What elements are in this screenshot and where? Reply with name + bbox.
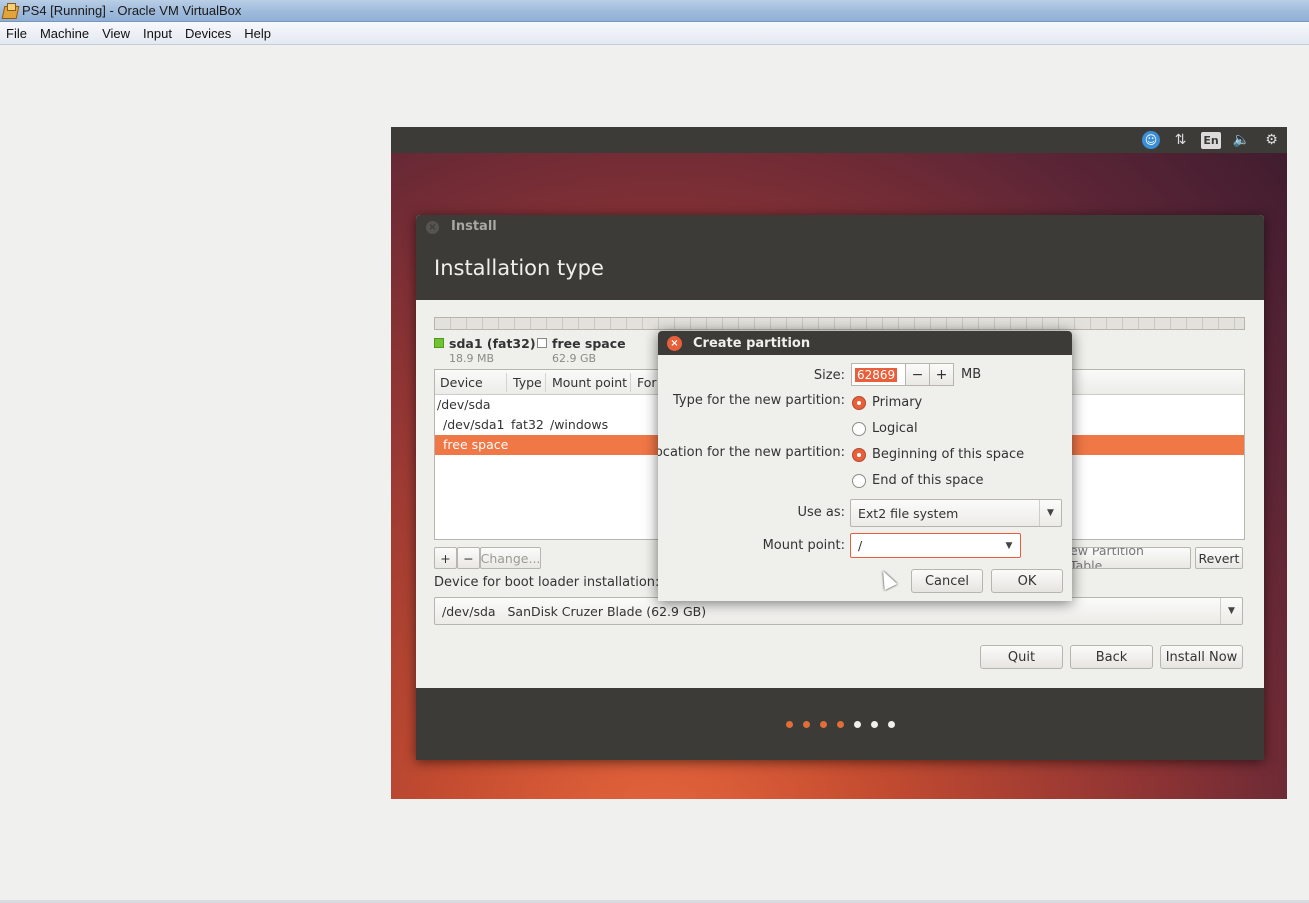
column-mount-point[interactable]: Mount point [552, 375, 627, 390]
progress-dot [853, 720, 861, 728]
radio-dot [852, 395, 866, 410]
progress-dot [819, 720, 827, 728]
radio-beginning-label: Beginning of this space [872, 447, 1025, 462]
radio-dot [852, 421, 866, 436]
progress-dot [870, 720, 878, 728]
host-titlebar: PS4 [Running] - Oracle VM VirtualBox [0, 0, 1309, 22]
legend-size: 62.9 GB [552, 352, 597, 365]
page-title: Installation type [434, 256, 604, 280]
row-device: free space [443, 437, 509, 452]
volume-icon[interactable]: 🔈 [1232, 131, 1251, 150]
menu-help[interactable]: Help [238, 26, 277, 41]
type-label: Type for the new partition: [672, 393, 845, 408]
change-partition-button[interactable]: Change... [480, 547, 541, 569]
host-menubar: File Machine View Input Devices Help [0, 22, 1309, 45]
row-mount: /windows [550, 417, 609, 432]
legend-swatch [434, 338, 444, 348]
size-stepper[interactable]: 62869 − + [851, 363, 954, 386]
location-label: Location for the new partition: [658, 445, 845, 460]
remove-partition-button[interactable]: − [457, 547, 480, 569]
network-updown-icon[interactable]: ⇅ [1171, 131, 1190, 150]
legend-size: 18.9 MB [449, 352, 495, 365]
legend-name: sda1 (fat32) [449, 336, 536, 351]
size-value: 62869 [855, 367, 898, 382]
chevron-down-icon: ▼ [1039, 500, 1061, 526]
chevron-down-icon[interactable]: ▼ [998, 534, 1020, 557]
size-unit: MB [961, 367, 982, 382]
legend-free-space: free space 62.9 GB [537, 336, 626, 365]
mount-point-combo[interactable]: / ▼ [850, 533, 1021, 558]
use-as-label: Use as: [797, 505, 845, 520]
ok-button[interactable]: OK [991, 569, 1063, 593]
legend-swatch [537, 338, 547, 348]
mount-point-label: Mount point: [762, 538, 845, 553]
chevron-down-icon: ▼ [1220, 598, 1242, 624]
menu-devices[interactable]: Devices [179, 26, 237, 41]
progress-dot [836, 720, 844, 728]
dialog-title: Create partition [693, 335, 811, 351]
progress-dot [802, 720, 810, 728]
installer-header: × Install Installation type [416, 215, 1264, 300]
column-type[interactable]: Type [513, 375, 542, 390]
install-now-button[interactable]: Install Now [1160, 645, 1243, 669]
cancel-button[interactable]: Cancel [911, 569, 983, 593]
radio-beginning[interactable]: Beginning of this space [852, 447, 1024, 462]
accessibility-icon[interactable]: ☺ [1142, 131, 1160, 149]
gear-icon[interactable]: ⚙ [1262, 131, 1281, 150]
keyboard-layout-indicator[interactable]: En [1201, 131, 1221, 149]
boot-loader-value: /dev/sda SanDisk Cruzer Blade (62.9 GB) [442, 603, 707, 619]
radio-end-label: End of this space [872, 473, 984, 488]
mount-point-value[interactable]: / [851, 538, 998, 553]
progress-footer [416, 688, 1264, 760]
boot-loader-select[interactable]: /dev/sda SanDisk Cruzer Blade (62.9 GB) … [434, 597, 1243, 625]
row-type: fat32 [511, 417, 544, 432]
legend-name: free space [552, 336, 626, 351]
dialog-titlebar: × Create partition [658, 331, 1072, 355]
row-device: /dev/sda [437, 397, 491, 412]
progress-dot [887, 720, 895, 728]
radio-dot [852, 473, 866, 488]
decrement-button[interactable]: − [906, 363, 930, 386]
menu-input[interactable]: Input [137, 26, 178, 41]
back-button[interactable]: Back [1070, 645, 1153, 669]
create-partition-dialog: × Create partition Size: 62869 − + MB Ty… [658, 331, 1072, 601]
row-device: /dev/sda1 [443, 417, 505, 432]
quit-button[interactable]: Quit [980, 645, 1063, 669]
legend-sda1: sda1 (fat32) 18.9 MB [434, 336, 536, 365]
host-window-title: PS4 [Running] - Oracle VM VirtualBox [22, 3, 242, 18]
column-format[interactable]: For [637, 375, 657, 390]
radio-end[interactable]: End of this space [852, 473, 984, 488]
vm-screen[interactable]: ☺ ⇅ En 🔈 ⚙ × Install Installation type s… [391, 127, 1287, 799]
revert-button[interactable]: Revert [1195, 547, 1243, 569]
radio-logical-label: Logical [872, 421, 918, 436]
installer-window-title: Install [451, 219, 497, 234]
radio-dot [852, 447, 866, 462]
radio-primary[interactable]: Primary [852, 395, 922, 410]
radio-logical[interactable]: Logical [852, 421, 918, 436]
partition-bar [434, 317, 1245, 330]
close-icon[interactable]: × [667, 335, 682, 351]
menu-view[interactable]: View [96, 26, 136, 41]
virtualbox-app-icon [2, 2, 18, 19]
menu-machine[interactable]: Machine [34, 26, 95, 41]
add-partition-button[interactable]: + [434, 547, 457, 569]
use-as-select[interactable]: Ext2 file system ▼ [850, 499, 1062, 527]
menu-file[interactable]: File [0, 26, 33, 41]
size-input[interactable]: 62869 [851, 363, 906, 386]
progress-dot [785, 720, 793, 728]
use-as-value: Ext2 file system [858, 505, 959, 521]
radio-primary-label: Primary [872, 395, 923, 410]
boot-loader-label: Device for boot loader installation: [434, 575, 660, 590]
column-device[interactable]: Device [440, 375, 483, 390]
new-partition-table-button[interactable]: ew Partition Table... [1069, 547, 1191, 569]
increment-button[interactable]: + [930, 363, 954, 386]
ubuntu-top-panel: ☺ ⇅ En 🔈 ⚙ [391, 127, 1287, 153]
size-label: Size: [813, 368, 845, 383]
close-icon[interactable]: × [426, 221, 439, 234]
